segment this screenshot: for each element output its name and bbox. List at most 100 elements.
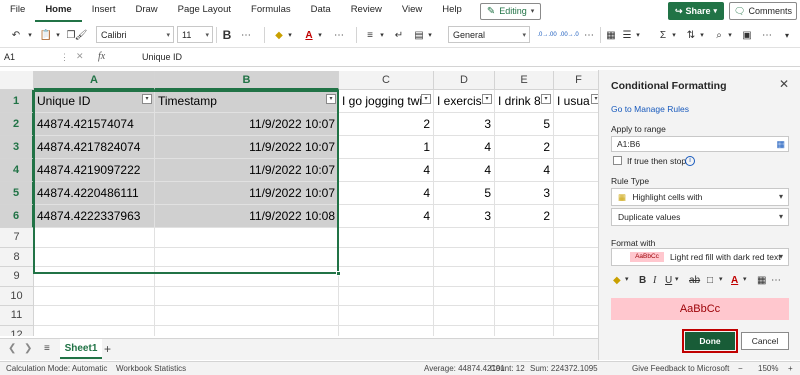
undo-icon[interactable]: ↶ [8,27,24,43]
table-cell[interactable]: 11/9/2022 10:07 [155,113,339,136]
italic-icon[interactable]: I [653,275,656,286]
paste-icon[interactable]: 📋 [38,27,54,43]
table-cell[interactable]: 44874.4219097222 [34,159,155,182]
filter-dropdown-icon[interactable]: ▾ [326,94,336,104]
empty-cell[interactable] [554,248,598,268]
table-cell[interactable]: 2 [495,205,554,228]
empty-cell[interactable] [155,326,339,336]
header-cell[interactable]: I go jogging twi ▾ [339,90,434,113]
border-icon[interactable]: □ [707,275,713,286]
table-cell[interactable]: 11/9/2022 10:07 [155,182,339,205]
tab-draw[interactable]: Draw [125,0,167,22]
done-button[interactable]: Done [682,329,738,353]
header-cell[interactable]: Timestamp ▾ [155,90,339,113]
empty-cell[interactable] [339,267,434,287]
table-cell[interactable]: 44874.4222337963 [34,205,155,228]
row-header-3[interactable]: 3 [0,136,34,159]
empty-cell[interactable] [554,326,598,336]
filter-dropdown-icon[interactable]: ▾ [591,94,598,104]
empty-cell[interactable] [155,267,339,287]
empty-cell[interactable] [495,306,554,326]
number-format-icon[interactable]: ▦ [757,275,766,286]
empty-cell[interactable] [495,228,554,248]
stop-if-true-checkbox[interactable] [613,156,622,165]
column-header-e[interactable]: E [495,71,554,90]
column-header-b[interactable]: B [155,71,339,90]
empty-cell[interactable] [34,326,155,336]
empty-cell[interactable] [434,247,495,268]
more-options-icon[interactable]: ⋯ [771,275,781,286]
fill-color-icon[interactable]: ◆ [613,275,621,286]
empty-cell[interactable] [34,228,155,248]
empty-cell[interactable] [34,306,155,326]
formula-input[interactable]: Unique ID [142,52,182,62]
next-sheet-icon[interactable]: ❯ [24,343,32,354]
close-icon[interactable]: ✕ [779,77,789,91]
tab-page-layout[interactable]: Page Layout [168,0,241,22]
find-icon[interactable]: ⌕ [712,27,726,43]
empty-cell[interactable] [434,228,495,248]
column-header-a[interactable]: A [34,71,155,90]
table-cell[interactable]: 11/9/2022 10:07 [155,159,339,182]
table-cell[interactable]: 44874.421574074 [34,113,155,136]
empty-cell[interactable] [434,267,495,287]
table-cell[interactable]: 5 [434,182,495,205]
prev-sheet-icon[interactable]: ❮ [8,343,16,354]
table-cell[interactable]: 1 [339,136,434,159]
fill-dropdown-icon[interactable]: ▾ [286,27,294,43]
rule-type-dropdown[interactable]: ▦ Highlight cells with ▾ [611,188,789,206]
table-cell[interactable]: 11/9/2022 10:08 [155,205,339,228]
row-header-4[interactable]: 4 [0,159,34,182]
name-box-dropdown-icon[interactable]: ⋮ [60,52,69,63]
empty-cell[interactable] [339,286,434,307]
select-all-corner[interactable] [0,71,34,90]
feedback-link[interactable]: Give Feedback to Microsoft [632,364,729,373]
decrease-decimal-icon[interactable]: .00→.0 [559,27,578,43]
empty-cell[interactable] [495,267,554,287]
table-cell[interactable]: 5 [495,113,554,136]
tab-formulas[interactable]: Formulas [241,0,301,22]
bold-button[interactable]: B [220,27,234,43]
more-options-icon[interactable]: ⋯ [332,27,346,43]
font-name-dropdown[interactable]: Calibri ▾ [96,26,174,43]
number-format-dropdown[interactable]: General ▾ [448,26,530,43]
cancel-icon[interactable]: ✕ [76,51,84,62]
header-cell[interactable]: I exercis ▾ [434,90,495,113]
autosum-icon[interactable]: Σ [656,27,670,43]
table-cell[interactable] [554,205,598,228]
align-icon[interactable]: ≡ [362,27,378,43]
empty-cell[interactable] [495,247,554,268]
table-cell[interactable]: 44874.4217824074 [34,136,155,159]
cell-styles-dropdown-icon[interactable]: ▾ [634,27,642,43]
empty-cell[interactable] [554,228,598,248]
empty-cell[interactable] [155,247,339,268]
row-header-1[interactable]: 1 [0,90,34,113]
range-picker-icon[interactable]: ▦ [776,137,785,151]
fill-color-icon[interactable]: ◆ [272,27,286,43]
row-header-6[interactable]: 6 [0,205,34,228]
table-cell[interactable]: 3 [434,205,495,228]
row-header-2[interactable]: 2 [0,113,34,136]
tab-data[interactable]: Data [301,0,341,22]
editing-mode-button[interactable]: ✎ Editing ▾ [479,2,542,20]
tab-home[interactable]: Home [35,0,82,22]
share-button[interactable]: ↪ Share ▾ [668,2,724,20]
increase-decimal-icon[interactable]: .0→.00 [537,27,556,43]
table-cell[interactable]: 4 [495,159,554,182]
empty-cell[interactable] [495,286,554,307]
font-color-icon[interactable]: A [302,27,316,43]
analyze-icon[interactable]: ▣ [740,27,754,43]
filter-dropdown-icon[interactable]: ▾ [421,94,431,104]
empty-cell[interactable] [155,306,339,326]
table-cell[interactable] [554,182,598,205]
comments-button[interactable]: 🗨 Comments [729,2,797,20]
empty-cell[interactable] [554,267,598,287]
table-cell[interactable]: 3 [495,182,554,205]
find-dropdown-icon[interactable]: ▾ [726,27,734,43]
empty-cell[interactable] [339,306,434,326]
more-options-icon[interactable]: ⋯ [582,27,596,43]
empty-cell[interactable] [34,267,155,287]
format-dropdown[interactable]: AaBbCc Light red fill with dark red text… [611,248,789,266]
table-cell[interactable]: 11/9/2022 10:07 [155,136,339,159]
row-header-8[interactable]: 8 [0,247,34,268]
